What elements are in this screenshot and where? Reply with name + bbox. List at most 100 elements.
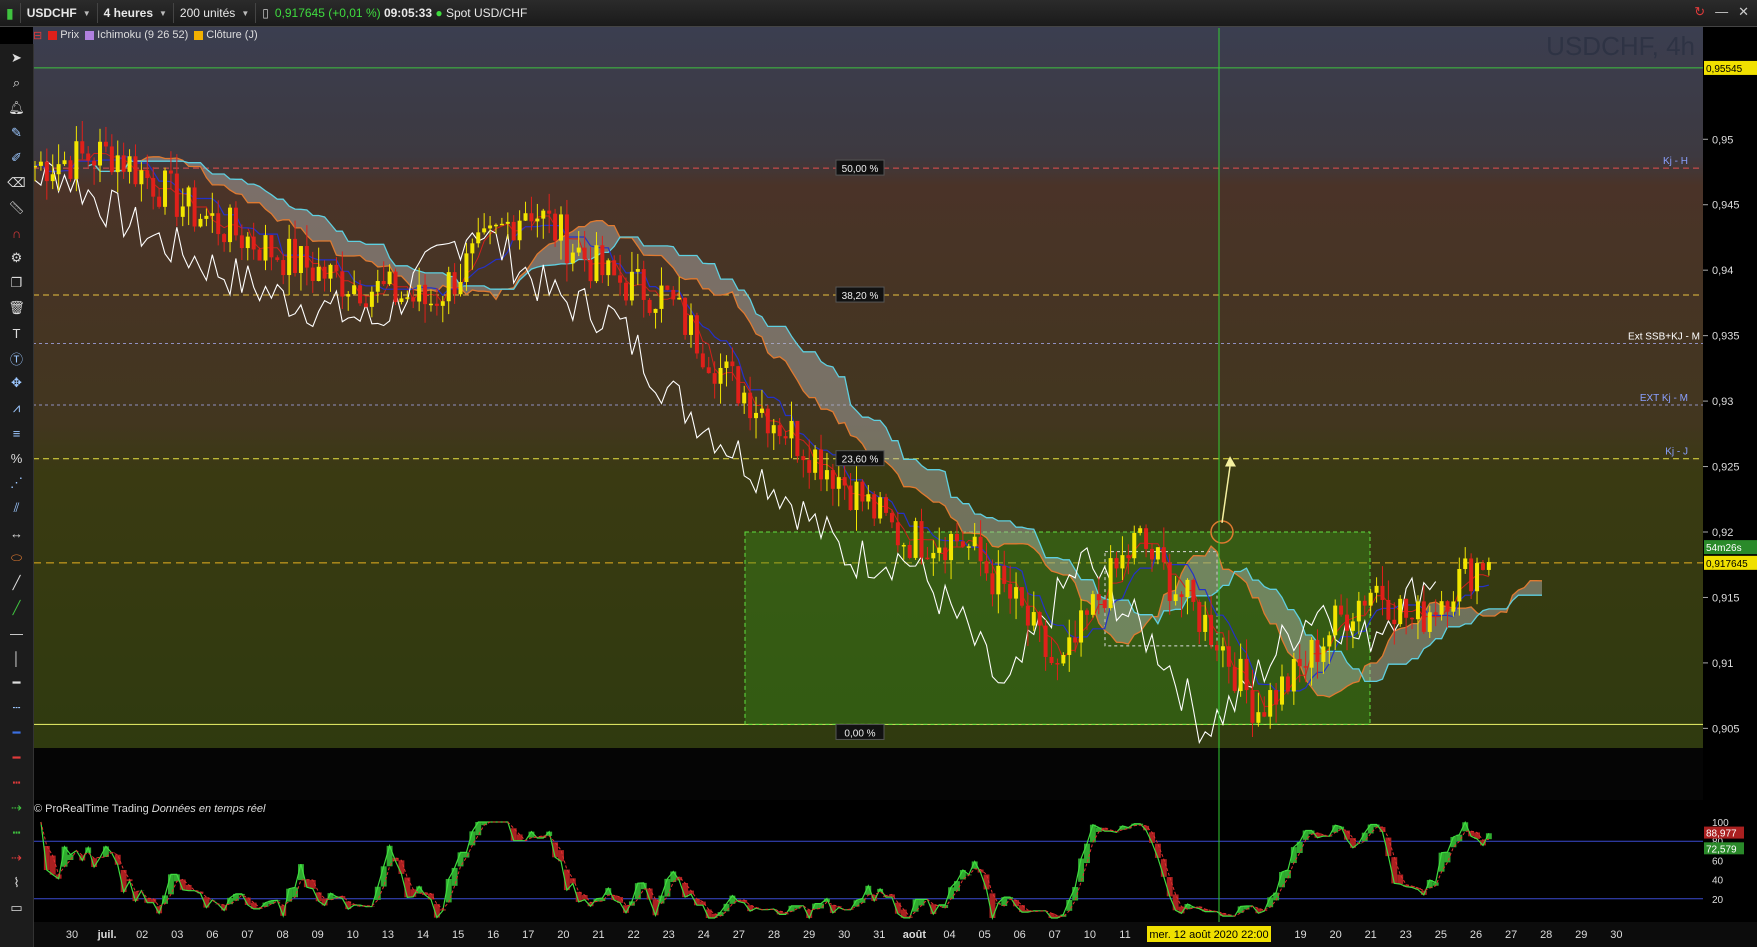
candle[interactable] [1350, 621, 1355, 631]
candle[interactable] [127, 156, 132, 172]
candle[interactable] [1250, 690, 1255, 723]
info-icon[interactable]: ▯ [262, 6, 269, 20]
candle[interactable] [1084, 610, 1089, 615]
candle[interactable] [511, 221, 516, 241]
candle[interactable] [98, 141, 103, 166]
candle[interactable] [1226, 646, 1231, 667]
candle[interactable] [1209, 614, 1214, 646]
candle[interactable] [1031, 612, 1036, 626]
candle[interactable] [446, 272, 451, 302]
candle[interactable] [1232, 666, 1237, 692]
candle[interactable] [978, 536, 983, 562]
candle[interactable] [168, 170, 173, 174]
candle[interactable] [635, 269, 640, 272]
candle[interactable] [1368, 592, 1373, 606]
candle[interactable] [1274, 690, 1279, 705]
candle[interactable] [1014, 587, 1019, 599]
candle[interactable] [1309, 639, 1314, 668]
candle[interactable] [748, 392, 753, 419]
candle[interactable] [222, 234, 227, 243]
candle[interactable] [62, 160, 67, 165]
brush-icon[interactable]: ✎ [4, 122, 30, 144]
percent-icon[interactable]: % [4, 447, 30, 469]
candle[interactable] [233, 207, 238, 236]
candle[interactable] [1197, 601, 1202, 632]
candle[interactable] [1285, 676, 1290, 692]
candle[interactable] [1421, 601, 1426, 632]
candle[interactable] [216, 213, 221, 235]
symbol-selector[interactable]: USDCHF ▼ [21, 3, 98, 23]
horizontal-ray-icon[interactable]: — [4, 622, 30, 644]
magnet-icon[interactable]: ∩ [4, 222, 30, 244]
candle[interactable] [281, 260, 286, 276]
candle[interactable] [1144, 528, 1149, 549]
candle[interactable] [346, 294, 351, 297]
candle[interactable] [1451, 601, 1456, 612]
candle[interactable] [937, 547, 942, 553]
red-line-icon[interactable]: ━ [4, 747, 30, 769]
candle[interactable] [647, 299, 652, 313]
candle[interactable] [1037, 612, 1042, 626]
candle[interactable] [157, 196, 162, 207]
candle[interactable] [115, 155, 120, 173]
candle[interactable] [866, 494, 871, 502]
candle[interactable] [1108, 558, 1113, 609]
candle[interactable] [1191, 579, 1196, 602]
candle[interactable] [228, 207, 233, 243]
candle[interactable] [399, 298, 404, 303]
candle[interactable] [1025, 605, 1030, 626]
candle[interactable] [1173, 594, 1178, 601]
candle[interactable] [724, 361, 729, 368]
candle[interactable] [1002, 565, 1007, 584]
candle[interactable] [1315, 639, 1320, 662]
candle[interactable] [417, 284, 422, 302]
candle[interactable] [38, 161, 43, 166]
candle[interactable] [476, 232, 481, 244]
candle[interactable] [813, 449, 818, 473]
candle[interactable] [340, 271, 345, 297]
candle[interactable] [523, 213, 528, 221]
legend-ichimoku[interactable]: Ichimoku (9 26 52) [85, 29, 188, 41]
candle[interactable] [470, 243, 475, 254]
candle[interactable] [1439, 601, 1444, 615]
candle[interactable] [1167, 562, 1172, 601]
candle[interactable] [1185, 579, 1190, 598]
candle[interactable] [428, 303, 433, 306]
candle[interactable] [192, 187, 197, 227]
candle[interactable] [1102, 600, 1107, 609]
candle[interactable] [564, 214, 569, 264]
candle[interactable] [718, 367, 723, 384]
candle[interactable] [771, 425, 776, 434]
candle[interactable] [103, 141, 108, 147]
candle[interactable] [1463, 558, 1468, 569]
candle[interactable] [92, 160, 97, 166]
candle[interactable] [629, 271, 634, 301]
candle[interactable] [133, 156, 138, 185]
candle[interactable] [529, 213, 534, 222]
candle[interactable] [1049, 656, 1054, 664]
candle[interactable] [1415, 601, 1420, 620]
candle[interactable] [966, 546, 971, 548]
candle[interactable] [1380, 585, 1385, 600]
red-dashed-icon[interactable]: ┅ [4, 772, 30, 794]
candle[interactable] [1469, 558, 1474, 592]
candle[interactable] [1291, 658, 1296, 692]
candle[interactable] [56, 164, 61, 175]
candle[interactable] [736, 366, 741, 404]
candle[interactable] [1333, 605, 1338, 636]
candle[interactable] [334, 264, 339, 272]
candle[interactable] [1090, 594, 1095, 615]
candle[interactable] [393, 271, 398, 303]
vertical-line-icon[interactable]: │ [4, 647, 30, 669]
candle[interactable] [1055, 663, 1060, 665]
candle[interactable] [275, 257, 280, 261]
red-arrow-icon[interactable]: ⇢ [4, 847, 30, 869]
candle[interactable] [405, 297, 410, 299]
candle[interactable] [434, 303, 439, 306]
candle[interactable] [570, 252, 575, 264]
candle[interactable] [777, 425, 782, 437]
candle[interactable] [1457, 568, 1462, 602]
candle[interactable] [1386, 599, 1391, 620]
candle[interactable] [1067, 637, 1072, 655]
candle[interactable] [375, 281, 380, 292]
